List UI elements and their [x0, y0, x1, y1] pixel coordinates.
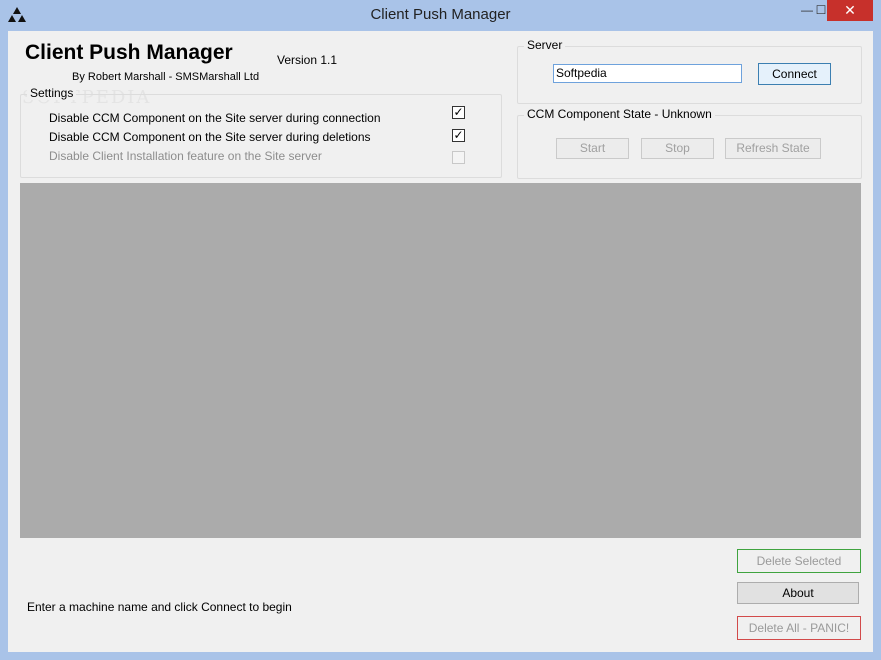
- option-disable-during-connection-label: Disable CCM Component on the Site server…: [49, 111, 381, 125]
- app-title: Client Push Manager: [25, 41, 233, 64]
- option-disable-during-deletions-checkbox[interactable]: ✓: [452, 129, 465, 142]
- ccm-state-group: CCM Component State - Unknown Start Stop…: [517, 107, 862, 179]
- title-bar[interactable]: Client Push Manager — ☐ ✕: [0, 0, 881, 31]
- about-button[interactable]: About: [737, 582, 859, 604]
- delete-all-button[interactable]: Delete All - PANIC!: [737, 616, 861, 640]
- version-label: Version 1.1: [277, 53, 338, 67]
- window-title: Client Push Manager: [370, 6, 511, 23]
- client-area: Client Push Manager Version 1.1 By Rober…: [8, 31, 873, 652]
- connect-button[interactable]: Connect: [758, 63, 831, 85]
- server-input[interactable]: Softpedia: [553, 64, 742, 83]
- option-disable-during-deletions-label: Disable CCM Component on the Site server…: [49, 130, 371, 144]
- app-window: Client Push Manager — ☐ ✕ Client Push Ma…: [0, 0, 881, 660]
- server-group: Server Softpedia Connect: [517, 38, 862, 104]
- start-button[interactable]: Start: [556, 138, 629, 159]
- option-disable-during-connection-checkbox[interactable]: ✓: [452, 106, 465, 119]
- author-label: By Robert Marshall - SMSMarshall Ltd: [72, 71, 260, 83]
- settings-group: Settings Disable CCM Component on the Si…: [20, 86, 502, 178]
- ccm-state-label: CCM Component State - Unknown: [524, 107, 715, 121]
- settings-label: Settings: [27, 86, 77, 100]
- option-disable-client-install-label: Disable Client Installation feature on t…: [49, 149, 322, 163]
- delete-selected-button[interactable]: Delete Selected: [737, 549, 861, 573]
- server-label: Server: [524, 38, 566, 52]
- option-disable-client-install-checkbox: [452, 151, 465, 164]
- clients-grid[interactable]: [20, 183, 861, 538]
- status-text: Enter a machine name and click Connect t…: [27, 600, 292, 614]
- close-button[interactable]: ✕: [827, 0, 873, 21]
- refresh-state-button[interactable]: Refresh State: [725, 138, 821, 159]
- stop-button[interactable]: Stop: [641, 138, 714, 159]
